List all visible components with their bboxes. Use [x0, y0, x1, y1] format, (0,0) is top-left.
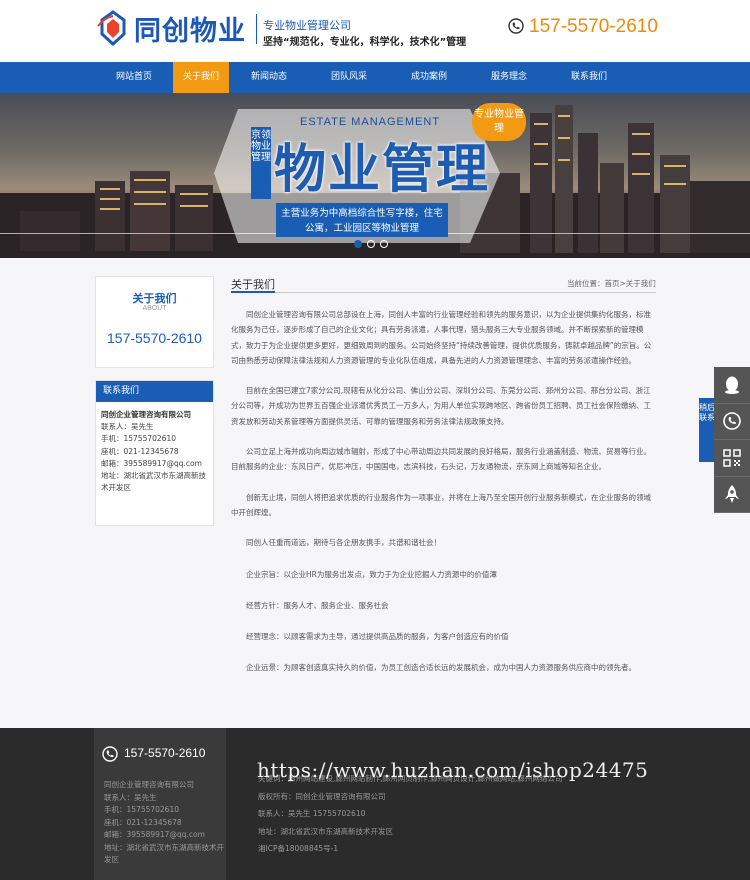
- sidebar-email: 邮箱：395589917@qq.com: [101, 458, 202, 468]
- rocket-top-icon: [725, 485, 739, 504]
- site-header: 同创物业 专业物业管理公司 坚持“规范化，专业化，科学化，技术化”管理 157-…: [0, 0, 750, 62]
- sidebar-mobile: 手机：15755702610: [101, 434, 176, 444]
- nav-item-6[interactable]: 服务理念: [469, 62, 549, 93]
- banner-vertical-label: 京领物业管理: [251, 127, 271, 199]
- article-paragraph: 经营方针：服务人才、服务企业、服务社会: [246, 600, 389, 610]
- sidebar-company: 同创企业管理咨询有限公司: [101, 410, 191, 419]
- nav-item-3[interactable]: 新闻动态: [229, 62, 309, 93]
- article-paragraph: 企业宗旨：以企业HR为服务出发点，致力于为企业挖掘人力资源中的价值潭: [246, 569, 497, 579]
- banner-pagination: [354, 240, 388, 248]
- footer-email: 邮箱：395589917@qq.com: [104, 830, 205, 839]
- phone-icon: [102, 746, 118, 762]
- article-paragraph: 同创人任重而道远，期待与各企朋友携手，共谱和谐社会！: [246, 538, 441, 548]
- header-phone: 157-5570-2610: [529, 16, 658, 37]
- sidebar-landline: 座机：021-12345678: [101, 446, 179, 456]
- nav-item-4[interactable]: 团队风采: [309, 62, 389, 93]
- float-contact-tab[interactable]: 稍后联系: [699, 398, 715, 462]
- phone-icon: [508, 18, 524, 34]
- sidebar-contact-box: 联系我们 同创企业管理咨询有限公司 联系人：吴先生 手机：15755702610…: [95, 380, 214, 526]
- article-paragraph: 经营理念：以顾客需求为主导，通过提供高品质的服务，为客户创造应有的价值: [246, 632, 509, 642]
- sidebar-about-subtitle: ABOUT: [142, 305, 167, 312]
- breadcrumb[interactable]: 当前位置：首页>关于我们: [567, 278, 656, 289]
- footer-copyright: 版权所有：同创企业管理咨询有限公司: [258, 791, 386, 801]
- float-toolbar: [714, 367, 750, 513]
- banner-subtitle: 主营业务为中高档综合性写字楼，住宅公寓，工业园区等物业管理: [276, 203, 448, 237]
- footer-address: 地址：湖北省武汉市东湖高新技术开发区: [258, 826, 393, 836]
- hero-banner: ESTATE MANAGEMENT 京领物业管理 物业管理 主营业务为中高档综合…: [0, 93, 750, 258]
- slogan-secondary: 坚持“规范化，专业化，科学化，技术化”管理: [263, 37, 467, 48]
- footer-contact-person: 联系人：吴先生: [104, 792, 157, 802]
- footer-contact: 联系人：吴先生 15755702610: [258, 809, 366, 818]
- banner-title: 物业管理: [274, 140, 491, 200]
- logo-icon[interactable]: [96, 10, 130, 46]
- article-paragraph: 创新无止境，同创人将把追求优质的行业服务作为一项事业，并将在上海乃至全国开创行业…: [231, 492, 651, 517]
- page-title: 关于我们: [231, 278, 275, 291]
- article-paragraph: 企业远景：为顾客创造真实持久的价值，为员工创造合适长远的发展机会，成为中国人力资…: [246, 663, 636, 673]
- qq-icon: [725, 376, 739, 394]
- article-paragraph: 同创企业管理咨询有限公司总部设在上海，同创人丰富的行业管理经验和领先的服务意识，…: [231, 310, 652, 365]
- sidebar-contact-person: 联系人：吴先生: [101, 422, 154, 432]
- article-paragraph: 公司立足上海并成功向周边城市辐射，形成了中心带动周边共同发展的良好格局，服务行业…: [231, 447, 651, 472]
- footer-landline: 座机：021-12345678: [104, 817, 182, 827]
- title-divider-accent: [231, 291, 275, 293]
- qrcode-icon: [723, 449, 741, 467]
- watermark-url: https://www.huzhan.com/ishop24475: [257, 758, 649, 782]
- float-top-button[interactable]: [714, 477, 750, 513]
- float-qq-button[interactable]: [714, 367, 750, 404]
- float-phone-button[interactable]: [714, 404, 750, 440]
- slogan-primary: 专业物业管理公司: [263, 19, 351, 32]
- title-divider: [231, 292, 656, 293]
- about-article: 同创企业管理咨询有限公司总部设在上海，同创人丰富的行业管理经验和领先的服务意识，…: [231, 307, 656, 692]
- logo-text[interactable]: 同创物业: [134, 9, 246, 48]
- banner-dot-3[interactable]: [380, 240, 388, 248]
- sidebar-about-box: 关于我们 ABOUT 157-5570-2610: [95, 276, 214, 368]
- logo-divider: [256, 14, 257, 44]
- nav-item-2[interactable]: 关于我们: [173, 62, 229, 93]
- main-nav: 网站首页 关于我们 新闻动态 团队风采 成功案例 服务理念 联系我们: [0, 62, 750, 93]
- banner-dot-2[interactable]: [367, 240, 375, 248]
- footer-address: 地址：湖北省武汉市东湖高新技术开发区: [104, 842, 224, 865]
- banner-dot-1[interactable]: [354, 240, 362, 248]
- footer-contact-info: 同创企业管理咨询有限公司 联系人：吴先生 手机：15755702610 座机：0…: [104, 779, 224, 867]
- footer-site-info: 关键词：廊州网站建设,廊州网站制作,廊州网页制作,廊州网页设计,廊州做网站,廊州…: [258, 770, 562, 858]
- phone-icon: [723, 412, 741, 431]
- sidebar-contact-title: 联系我们: [96, 381, 213, 402]
- sidebar-phone: 157-5570-2610: [107, 330, 202, 346]
- nav-item-7[interactable]: 联系我们: [549, 62, 629, 93]
- footer-phone: 157-5570-2610: [124, 746, 206, 760]
- float-qrcode-button[interactable]: [714, 440, 750, 477]
- nav-item-5[interactable]: 成功案例: [389, 62, 469, 93]
- article-paragraph: 目前在全国已建立7家分公司,现辖有从化分公司、佛山分公司、深圳分公司、东莞分公司…: [231, 386, 651, 426]
- footer-company: 同创企业管理咨询有限公司: [104, 780, 194, 789]
- nav-item-1[interactable]: 网站首页: [95, 62, 173, 93]
- footer-mobile: 手机：15755702610: [104, 805, 179, 814]
- footer-icp[interactable]: 湘ICP备18008845号-1: [258, 840, 562, 858]
- sidebar-about-title[interactable]: 关于我们: [96, 290, 213, 306]
- banner-badge: 专业物业管理: [472, 103, 526, 141]
- sidebar-address: 地址：湖北省武汉市东湖高新技术开发区: [101, 471, 206, 493]
